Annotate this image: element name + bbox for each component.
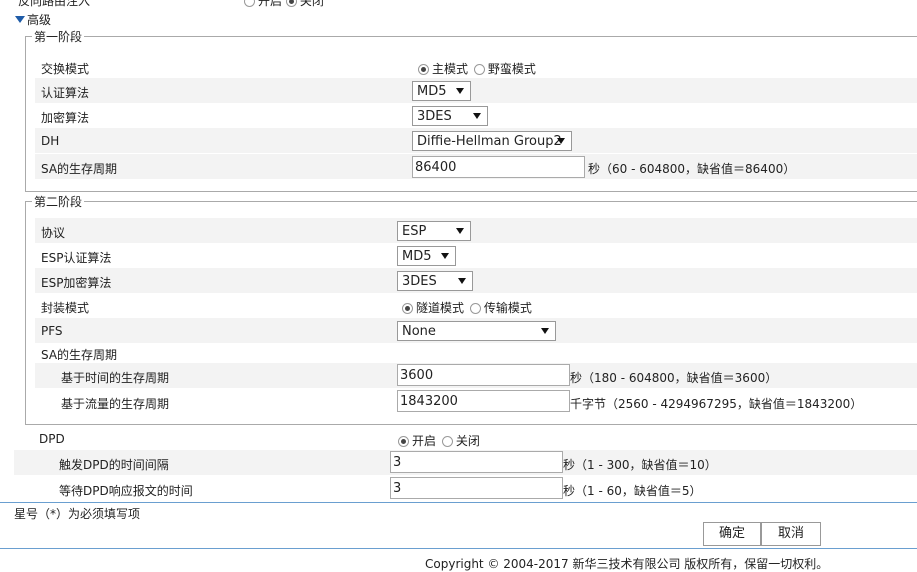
dh-label: DH [41,134,60,148]
dpd-timeout-hint: 秒（1 - 60，缺省值＝5） [563,484,702,498]
dropdown-arrow-icon [541,328,549,334]
enc-label: 加密算法 [41,111,90,125]
dpd-off-label: 关闭 [455,434,480,448]
transport-mode-radio[interactable] [469,303,481,314]
aggressive-mode-radio[interactable] [473,64,485,75]
dropdown-arrow-icon [473,113,481,119]
esp-enc-select-value: 3DES [402,274,437,289]
main-mode-label: 主模式 [432,62,469,76]
reverse-route-on-radio[interactable] [244,0,255,7]
sa-traffic-label: 基于流量的生存周期 [61,397,170,411]
cancel-button[interactable]: 取消 [761,522,821,546]
protocol-row: 协议 ESP [35,218,917,243]
auth-select[interactable]: MD5 [412,81,471,101]
esp-enc-row: ESP加密算法 3DES [35,268,917,293]
dpd-on-radio[interactable] [398,436,409,447]
sa-time-input[interactable] [397,364,570,386]
dpd-radios: 开启 关闭 [398,432,480,449]
dh-select[interactable]: Diffie-Hellman Group2 [412,131,572,151]
dropdown-arrow-icon [441,253,449,259]
advanced-toggle[interactable]: 高级 [15,11,51,28]
exchange-mode-row: 交换模式 主模式 野蛮模式 [35,54,917,79]
dpd-off-radio[interactable] [441,436,453,447]
esp-auth-label: ESP认证算法 [41,251,112,265]
enc-row: 加密算法 3DES [35,103,917,128]
sa-traffic-hint: 千字节（2560 - 4294967295，缺省值＝1843200） [570,397,863,411]
dropdown-arrow-icon [557,138,565,144]
sa-time-label: 基于时间的生存周期 [61,371,170,385]
encap-label: 封装模式 [41,301,90,315]
sa-row: SA的生存周期 秒（60 - 604800，缺省值＝86400） [35,154,917,179]
sa-hint: 秒（60 - 604800，缺省值＝86400） [588,162,796,176]
reverse-route-label: 反向路由注入 [18,0,91,8]
auth-label: 认证算法 [41,86,90,100]
sa-traffic-input[interactable] [397,390,570,412]
dropdown-arrow-icon [456,228,464,234]
protocol-select-value: ESP [402,224,427,239]
encap-radios: 隧道模式 传输模式 [402,299,532,316]
enc-select-value: 3DES [417,109,452,124]
esp-auth-select-value: MD5 [402,249,432,264]
exchange-mode-radios: 主模式 野蛮模式 [418,60,536,77]
advanced-label: 高级 [27,13,52,27]
esp-auth-select[interactable]: MD5 [397,246,456,266]
sa-label: SA的生存周期 [41,162,118,176]
dropdown-arrow-icon [456,88,464,94]
reverse-route-row: 反向路由注入 [18,0,90,9]
pfs-select[interactable]: None [397,321,556,341]
collapse-triangle-icon [15,16,25,23]
ok-button[interactable]: 确定 [703,522,761,546]
sa-traffic-row: 基于流量的生存周期 千字节（2560 - 4294967295，缺省值＝1843… [35,389,917,414]
dpd-interval-row: 触发DPD的时间间隔 秒（1 - 300，缺省值＝10） [14,450,917,475]
dh-select-value: Diffie-Hellman Group2 [417,134,562,149]
sa2-label: SA的生存周期 [41,348,118,362]
reverse-route-off-label: 关闭 [299,0,324,8]
sa-time-row: 基于时间的生存周期 秒（180 - 604800，缺省值＝3600） [35,363,917,388]
tunnel-mode-radio[interactable] [402,303,413,314]
dropdown-arrow-icon [458,278,466,284]
sa2-header-row: SA的生存周期 [35,340,917,365]
bottom-divider [0,548,917,549]
esp-enc-label: ESP加密算法 [41,276,112,290]
auth-select-value: MD5 [417,84,447,99]
dpd-interval-label: 触发DPD的时间间隔 [59,458,169,472]
sa-time-hint: 秒（180 - 604800，缺省值＝3600） [570,371,778,385]
reverse-route-radios: 开启 关闭 [244,0,324,9]
sa-lifetime-input[interactable] [412,156,585,178]
main-mode-radio[interactable] [418,64,429,75]
dpd-row: DPD 开启 关闭 [14,426,917,451]
dpd-timeout-row: 等待DPD响应报文的时间 秒（1 - 60，缺省值＝5） [14,476,917,501]
reverse-route-off-radio[interactable] [285,0,297,7]
esp-auth-row: ESP认证算法 MD5 [35,243,917,268]
dpd-interval-hint: 秒（1 - 300，缺省值＝10） [563,458,717,472]
tunnel-mode-label: 隧道模式 [416,301,465,315]
enc-select[interactable]: 3DES [412,106,488,126]
phase2-title: 第二阶段 [34,195,83,209]
phase1-title: 第一阶段 [34,30,83,44]
dpd-interval-input[interactable] [390,451,563,473]
auth-row: 认证算法 MD5 [35,78,917,103]
protocol-label: 协议 [41,226,66,240]
esp-enc-select[interactable]: 3DES [397,271,473,291]
aggressive-mode-label: 野蛮模式 [487,62,536,76]
dh-row: DH Diffie-Hellman Group2 [35,128,917,153]
dpd-label: DPD [39,432,65,446]
protocol-select[interactable]: ESP [397,221,471,241]
reverse-route-on-label: 开启 [258,0,283,8]
top-divider [0,502,917,503]
encap-row: 封装模式 隧道模式 传输模式 [35,293,917,318]
required-note: 星号（*）为必须填写项 [14,507,141,521]
transport-mode-label: 传输模式 [483,301,532,315]
dpd-timeout-input[interactable] [390,477,563,499]
dpd-on-label: 开启 [412,434,437,448]
dpd-timeout-label: 等待DPD响应报文的时间 [59,484,193,498]
pfs-label: PFS [41,324,63,338]
pfs-select-value: None [402,324,436,339]
exchange-mode-label: 交换模式 [41,62,90,76]
